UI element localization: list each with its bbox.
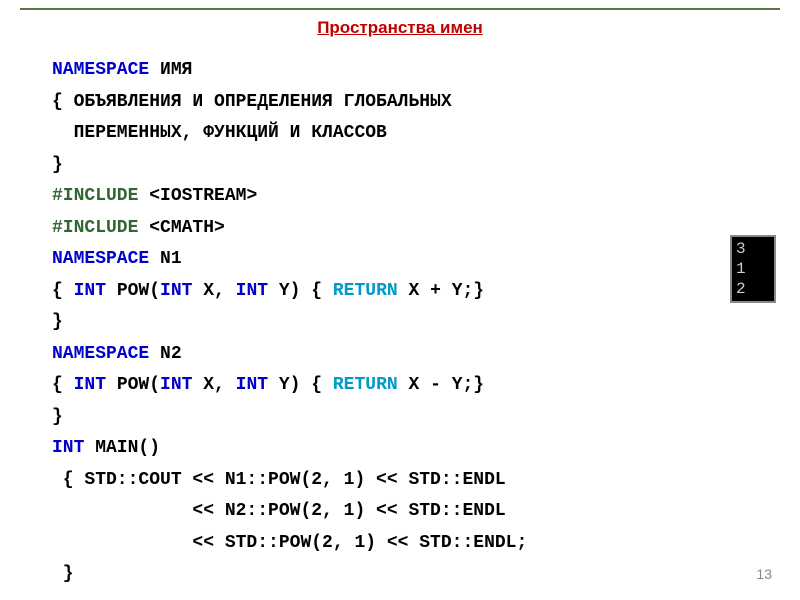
code-text: ИМЯ (149, 60, 192, 80)
code-text: { (52, 281, 74, 301)
keyword-int: INT (52, 438, 84, 458)
code-line: INT MAIN() (52, 433, 770, 465)
code-text: POW( (106, 281, 160, 301)
code-line: << N2::POW(2, 1) << STD::ENDL (52, 496, 770, 528)
keyword-int: INT (160, 281, 192, 301)
code-text: N2 (149, 344, 181, 364)
code-text: X, (192, 375, 235, 395)
keyword-int: INT (236, 281, 268, 301)
console-output: 3 1 2 (730, 235, 776, 303)
code-text: N1 (149, 249, 181, 269)
code-block: NAMESPACE ИМЯ { ОБЪЯВЛЕНИЯ И ОПРЕДЕЛЕНИЯ… (52, 55, 770, 591)
code-line: { ОБЪЯВЛЕНИЯ И ОПРЕДЕЛЕНИЯ ГЛОБАЛЬНЫХ (52, 87, 770, 119)
preprocessor-include: #INCLUDE (52, 186, 138, 206)
code-line: } (52, 402, 770, 434)
output-line: 2 (736, 279, 770, 299)
output-line: 3 (736, 239, 770, 259)
slide-title: Пространства имен (0, 18, 800, 38)
code-line: { INT POW(INT X, INT Y) { RETURN X + Y;} (52, 276, 770, 308)
code-text: X, (192, 281, 235, 301)
page-number: 13 (756, 566, 772, 582)
keyword-namespace: NAMESPACE (52, 60, 149, 80)
keyword-int: INT (236, 375, 268, 395)
code-line: } (52, 150, 770, 182)
code-line: NAMESPACE ИМЯ (52, 55, 770, 87)
keyword-namespace: NAMESPACE (52, 249, 149, 269)
code-line: { STD::COUT << N1::POW(2, 1) << STD::END… (52, 465, 770, 497)
code-text: X + Y;} (398, 281, 484, 301)
code-line: { INT POW(INT X, INT Y) { RETURN X - Y;} (52, 370, 770, 402)
code-line: } (52, 559, 770, 591)
code-line: NAMESPACE N2 (52, 339, 770, 371)
output-line: 1 (736, 259, 770, 279)
code-text: MAIN() (84, 438, 160, 458)
keyword-return: RETURN (333, 375, 398, 395)
code-text: { (52, 375, 74, 395)
code-line: #INCLUDE <IOSTREAM> (52, 181, 770, 213)
code-text: <IOSTREAM> (138, 186, 257, 206)
code-line: << STD::POW(2, 1) << STD::ENDL; (52, 528, 770, 560)
code-line: #INCLUDE <CMATH> (52, 213, 770, 245)
keyword-namespace: NAMESPACE (52, 344, 149, 364)
code-text: <CMATH> (138, 218, 224, 238)
keyword-return: RETURN (333, 281, 398, 301)
decorative-top-line (20, 8, 780, 10)
preprocessor-include: #INCLUDE (52, 218, 138, 238)
code-line: NAMESPACE N1 (52, 244, 770, 276)
code-text: Y) { (268, 281, 333, 301)
code-text: Y) { (268, 375, 333, 395)
keyword-int: INT (160, 375, 192, 395)
code-text: X - Y;} (398, 375, 484, 395)
code-line: ПЕРЕМЕННЫХ, ФУНКЦИЙ И КЛАССОВ (52, 118, 770, 150)
code-line: } (52, 307, 770, 339)
keyword-int: INT (74, 281, 106, 301)
code-text: POW( (106, 375, 160, 395)
keyword-int: INT (74, 375, 106, 395)
